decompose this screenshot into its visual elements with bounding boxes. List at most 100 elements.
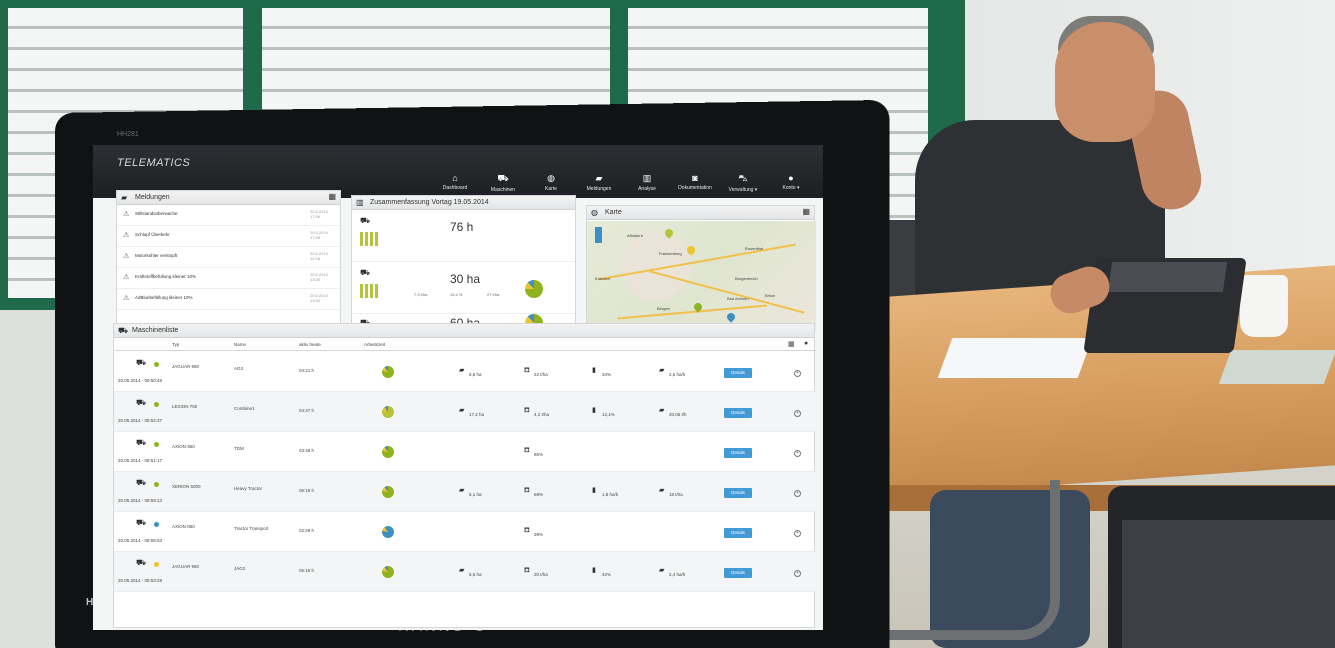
expand-icon[interactable]: + xyxy=(794,570,801,577)
row-name: Combine1 xyxy=(234,406,255,411)
expand-icon[interactable]: + xyxy=(794,370,801,377)
fuel-icon: ▮ xyxy=(592,567,596,574)
row-metric: 6,1 ha xyxy=(469,492,482,497)
yield-icon: ⛾ xyxy=(524,527,530,534)
row-timestamp: 20.05.2014 - 09:53:29 xyxy=(118,578,163,583)
calendar-icon[interactable]: ▦ xyxy=(802,207,810,216)
status-dot xyxy=(154,562,159,567)
info-icon[interactable]: ● xyxy=(804,340,808,347)
map-place-label: Brilon xyxy=(765,293,776,298)
machine-list-title: Maschinenliste xyxy=(132,327,179,334)
table-row[interactable]: ⛟ 20.05.2014 - 09:50:48 JAGUAR 960 AG3 04:21… xyxy=(114,352,816,392)
folder-icon: ▰ xyxy=(595,173,603,183)
table-row[interactable]: ⛟ 20.05.2014 - 09:53:29 JAGUAR 960 JAG2 05:1… xyxy=(114,552,816,592)
vehicle-icon: ⛟ xyxy=(136,518,147,527)
row-timestamp: 20.05.2014 - 08:59:13 xyxy=(118,498,163,503)
details-button[interactable]: Details xyxy=(724,408,752,418)
message-item[interactable]: ⚠ Schlupf Überkehr 20.5.2014 17:08 xyxy=(117,226,340,247)
expand-icon[interactable]: + xyxy=(794,450,801,457)
paper-sheet xyxy=(1218,350,1335,384)
expand-icon[interactable]: + xyxy=(794,410,801,417)
home-icon: ⌂ xyxy=(452,173,458,183)
row-timestamp: 20.05.2014 - 08:51:17 xyxy=(118,458,163,463)
table-settings-icon[interactable]: ▦ xyxy=(788,340,795,348)
zoom-control[interactable] xyxy=(595,227,602,243)
row-metric: 42% xyxy=(602,572,612,577)
row-type: AXION 950 xyxy=(172,444,195,449)
table-row[interactable]: ⛟ 20.05.2014 - 08:59:53 AXION 850 Tractor T… xyxy=(114,512,816,552)
nav-item-label: Verwaltung ▾ xyxy=(728,187,758,193)
details-button[interactable]: Details xyxy=(724,568,752,578)
message-text: AdBluebefüllung kleiner 10% xyxy=(135,295,193,300)
tractor-icon: ⛟ xyxy=(497,173,509,183)
table-header: Typ Name aktiv heute Arbeitszeit ▦ ● xyxy=(114,338,816,351)
map-pin-icon[interactable] xyxy=(725,311,737,323)
rate-icon: ▰ xyxy=(659,487,665,494)
column-header-name[interactable]: Name xyxy=(234,342,246,347)
nav-item-label: Analyse xyxy=(638,186,656,192)
row-type: AXION 850 xyxy=(172,524,195,529)
nav-item[interactable]: ⛟ Maschinen xyxy=(481,173,525,193)
warning-icon: ⚠ xyxy=(123,253,130,260)
expand-icon[interactable]: + xyxy=(794,530,801,537)
nav-item-label: Konto ▾ xyxy=(782,185,800,191)
message-time: 20.5.2014 17:06 xyxy=(310,209,328,219)
calendar-icon[interactable]: ▦ xyxy=(328,192,336,201)
message-time: 20.5.2014 14:08 xyxy=(310,251,328,261)
chart-icon: ▥ xyxy=(356,198,364,207)
nav-item[interactable]: ◍ Karte xyxy=(529,173,573,193)
column-header-typ[interactable]: Typ xyxy=(172,342,179,347)
map-pin-icon[interactable] xyxy=(685,244,697,256)
yield-icon: ⛾ xyxy=(524,567,530,574)
messages-header: ▰ Meldungen ▦ xyxy=(117,191,340,205)
vehicle-icon: ⛟ xyxy=(136,398,147,407)
nav-item[interactable]: ⛍ Verwaltung ▾ xyxy=(721,173,765,193)
nav-item[interactable]: ▰ Meldungen xyxy=(577,173,621,193)
row-metric: 12,1% xyxy=(602,412,615,417)
status-dot xyxy=(154,362,159,367)
worktime-pie-chart xyxy=(382,406,394,418)
row-metric: 18 t/ha xyxy=(669,492,683,497)
table-row[interactable]: ⛟ 20.05.2014 - 09:54:37 LEXION 750 Combine1… xyxy=(114,392,816,432)
details-button[interactable]: Details xyxy=(724,448,752,458)
summary-row: ⛟ 76 h xyxy=(352,210,575,262)
row-metric: 59% xyxy=(534,492,544,497)
vehicle-icon: ⛟ xyxy=(136,478,147,487)
user-icon: ● xyxy=(788,173,794,183)
machine-list-header: ⛟ Maschinenliste xyxy=(114,324,814,338)
details-button[interactable]: Details xyxy=(724,368,752,378)
column-header-worktime[interactable]: Arbeitszeit xyxy=(364,342,385,347)
map-road xyxy=(617,304,767,320)
message-item[interactable]: ⚠ AdBluebefüllung kleiner 10% 20.5.2014 13… xyxy=(117,289,340,310)
message-item[interactable]: ⚠ Motorkühler verstopft 20.5.2014 14:08 xyxy=(117,247,340,268)
message-item[interactable]: ⚠ Kraftstoffbefüllung kleiner 10% 20.5.201… xyxy=(117,268,340,289)
row-metric: 2,4 ha/h xyxy=(669,572,686,577)
details-button[interactable]: Details xyxy=(724,488,752,498)
nav-item[interactable]: ▥ Analyse xyxy=(625,173,669,193)
table-row[interactable]: ⛟ 20.05.2014 - 08:51:17 AXION 950 TDM 03:48 … xyxy=(114,432,816,472)
row-type: JAGUAR 960 xyxy=(172,564,200,569)
details-button[interactable]: Details xyxy=(724,528,752,538)
nav-item[interactable]: ● Konto ▾ xyxy=(769,173,813,193)
yield-icon: ⛾ xyxy=(524,487,530,494)
map-place-label: Bad Arolsen xyxy=(727,296,749,301)
expand-icon[interactable]: + xyxy=(794,490,801,497)
row-metric: 8,8 ha xyxy=(469,372,482,377)
harvester-icon: ⛟ xyxy=(360,268,371,277)
map-view[interactable]: © 2013 Nokia © AND © 2014 Microsoft Corp… xyxy=(587,221,816,331)
nav-item[interactable]: ◙ Dokumentation xyxy=(673,173,717,193)
summary-metric: 15,4 % xyxy=(450,292,463,297)
row-metric: 85% xyxy=(534,452,544,457)
machine-list-panel: ⛟ Maschinenliste Typ Name aktiv heute Ar… xyxy=(113,323,816,628)
worktime-pie-chart xyxy=(382,566,394,578)
column-header-active[interactable]: aktiv heute xyxy=(299,342,321,347)
summary-panel: ▥ Zusammenfassung Vortag 19.05.2014 ⛟ 76… xyxy=(351,195,576,332)
row-active-time: 03:48 h xyxy=(299,448,315,453)
message-item[interactable]: ⚠ Stillstandsüberwache 20.5.2014 17:06 xyxy=(117,205,340,226)
globe-icon: ◍ xyxy=(591,208,598,217)
nav-item-label: Karte xyxy=(545,186,557,192)
map-place-label: Borgentreich xyxy=(735,276,758,281)
map-pin-icon[interactable] xyxy=(663,227,675,239)
nav-item[interactable]: ⌂ Dashboard xyxy=(433,173,477,193)
table-row[interactable]: ⛟ 20.05.2014 - 08:59:13 XERION 5000 Heavy T… xyxy=(114,472,816,512)
